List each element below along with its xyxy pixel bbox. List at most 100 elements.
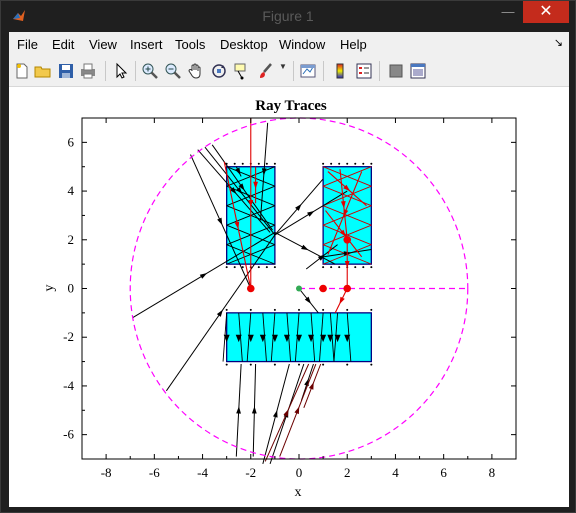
edge-dot [298, 363, 300, 366]
show-plot-tools-icon[interactable] [409, 62, 427, 80]
edge-dot [273, 363, 276, 366]
edge-dot [370, 363, 373, 366]
y-tick-label: 2 [68, 232, 75, 247]
edge-dot [257, 266, 260, 269]
edge-dot [346, 363, 349, 366]
open-file-icon[interactable] [34, 62, 52, 80]
y-tick-label: -6 [63, 427, 74, 442]
edge-dot [225, 266, 228, 269]
window-title: Figure 1 [262, 8, 314, 24]
edge-dot [233, 266, 236, 269]
colorbar-icon[interactable] [331, 62, 349, 80]
y-tick-label: -4 [63, 378, 74, 393]
edge-dot [265, 266, 268, 269]
y-axis-label: y [42, 285, 57, 292]
edge-dot [322, 162, 325, 165]
edge-dot [257, 162, 260, 165]
source-point [319, 284, 327, 293]
edge-dot [265, 162, 268, 165]
menu-window[interactable]: Window [279, 37, 325, 52]
edge-dot [241, 162, 244, 165]
source-point [343, 235, 352, 244]
edge-dot [322, 363, 325, 366]
zoom-out-icon[interactable] [164, 62, 182, 80]
edge-dot [273, 266, 276, 269]
y-tick-label: 6 [68, 134, 75, 149]
edge-dot [249, 308, 252, 311]
new-figure-icon[interactable] [13, 62, 31, 80]
edge-dot [322, 308, 325, 311]
pointer-icon[interactable] [112, 62, 130, 80]
edge-dot [370, 308, 373, 311]
edge-dot [338, 266, 341, 269]
link-plot-icon[interactable] [299, 62, 317, 80]
brush-dropdown-icon[interactable]: ▼ [279, 62, 297, 80]
toolbar-separator [135, 61, 136, 81]
print-icon[interactable] [79, 62, 97, 80]
zoom-in-icon[interactable] [141, 62, 159, 80]
y-tick-label: 4 [68, 183, 75, 198]
menu-insert[interactable]: Insert [130, 37, 163, 52]
edge-dot [273, 308, 276, 311]
edge-dot [346, 308, 349, 311]
x-tick-label: 8 [489, 465, 496, 480]
toolbar-separator [105, 61, 106, 81]
edge-dot [225, 363, 228, 366]
menu-desktop[interactable]: Desktop [220, 37, 268, 52]
rotate-3d-icon[interactable] [210, 62, 228, 80]
ray-trace-plot[interactable]: Ray Traces x y -8 -6 -4 -2 0 2 4 6 8 -6 -4 -2 0 2 4 6 [9, 87, 569, 507]
menu-file[interactable]: File [17, 37, 38, 52]
edge-dot [354, 266, 357, 269]
minimize-button[interactable]: — [495, 1, 521, 23]
edge-dot [322, 266, 325, 269]
save-icon[interactable] [57, 62, 75, 80]
edge-dot [330, 162, 333, 165]
edge-dot [354, 162, 357, 165]
edge-dot [233, 162, 236, 165]
x-tick-label: -4 [197, 465, 208, 480]
chart-title: Ray Traces [255, 98, 327, 114]
edge-dot [362, 266, 365, 269]
menu-tools[interactable]: Tools [175, 37, 205, 52]
brush-icon[interactable] [257, 62, 275, 80]
close-button[interactable]: ✕ [523, 1, 569, 23]
figure-window: Figure 1 — ✕ File Edit View Insert Tools… [0, 0, 576, 513]
edge-dot [225, 308, 228, 311]
edge-dot [298, 308, 300, 311]
x-tick-label: 4 [392, 465, 399, 480]
y-tick-label: -2 [63, 329, 74, 344]
toolbar-separator [293, 61, 294, 81]
x-tick-label: -6 [149, 465, 160, 480]
y-tick-label: 0 [68, 281, 75, 296]
menu-view[interactable]: View [89, 37, 117, 52]
origin-point [296, 285, 302, 292]
x-tick-label: 2 [344, 465, 351, 480]
menu-bar: File Edit View Insert Tools Desktop Wind… [9, 32, 569, 56]
edge-dot [370, 162, 373, 165]
menu-edit[interactable]: Edit [52, 37, 74, 52]
x-tick-label: 6 [440, 465, 447, 480]
edge-dot [273, 162, 276, 165]
edge-dot [249, 363, 252, 366]
edge-dot [370, 266, 373, 269]
title-bar[interactable]: Figure 1 — ✕ [1, 1, 575, 31]
source-point [246, 284, 255, 293]
figure-canvas[interactable]: Ray Traces x y -8 -6 -4 -2 0 2 4 6 8 -6 -4 -2 0 2 4 6 [9, 87, 569, 507]
edge-dot [330, 266, 333, 269]
menu-help[interactable]: Help [340, 37, 367, 52]
legend-icon[interactable] [355, 62, 373, 80]
toolbar-separator [323, 61, 324, 81]
toolbar-separator [379, 61, 380, 81]
dock-figure-icon[interactable]: ↘ [554, 36, 563, 49]
x-tick-label: -2 [245, 465, 256, 480]
hide-plot-tools-icon[interactable] [387, 62, 405, 80]
x-tick-label: 0 [296, 465, 303, 480]
edge-dot [338, 162, 341, 165]
figure-toolbar: ▼ [9, 56, 569, 87]
pan-icon[interactable] [187, 62, 205, 80]
x-tick-label: -8 [101, 465, 112, 480]
data-cursor-icon[interactable] [233, 62, 251, 80]
edge-dot [241, 266, 244, 269]
edge-dot [362, 162, 365, 165]
edge-dot [346, 162, 349, 165]
